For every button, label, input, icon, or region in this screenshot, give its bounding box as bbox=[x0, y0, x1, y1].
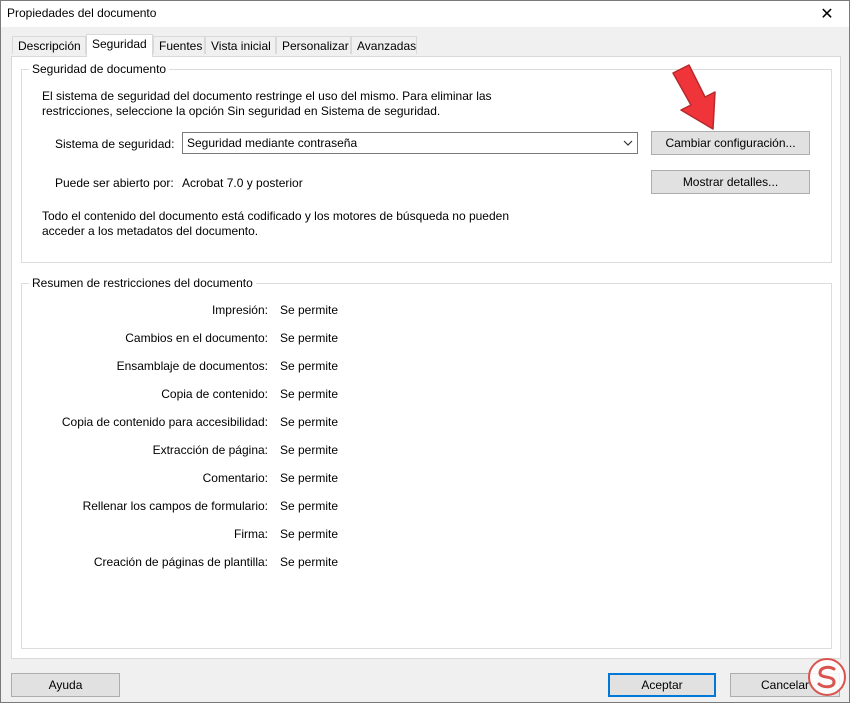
restriction-label: Copia de contenido: bbox=[161, 387, 268, 401]
restrictions-summary-group-label: Resumen de restricciones del documento bbox=[29, 276, 256, 290]
restriction-label: Firma: bbox=[234, 527, 268, 541]
restriction-label: Ensamblaje de documentos: bbox=[116, 359, 268, 373]
restriction-label: Copia de contenido para accesibilidad: bbox=[61, 415, 268, 429]
chevron-down-icon[interactable] bbox=[619, 133, 637, 153]
tab-vista-inicial[interactable]: Vista inicial bbox=[205, 36, 276, 54]
ok-button[interactable]: Aceptar bbox=[608, 673, 716, 697]
restriction-label: Creación de páginas de plantilla: bbox=[93, 555, 268, 569]
document-properties-dialog: Propiedades del documento ✕ Descripción … bbox=[0, 0, 850, 703]
close-button[interactable]: ✕ bbox=[805, 1, 849, 27]
show-details-button[interactable]: Mostrar detalles... bbox=[651, 170, 810, 194]
restriction-value: Se permite bbox=[280, 303, 339, 317]
security-tab-panel: Seguridad de documento El sistema de seg… bbox=[11, 56, 841, 659]
tab-personalizar[interactable]: Personalizar bbox=[276, 36, 351, 54]
restriction-label: Impresión: bbox=[211, 303, 268, 317]
tab-descripcion[interactable]: Descripción bbox=[12, 36, 86, 54]
restriction-value: Se permite bbox=[280, 527, 339, 541]
restriction-label: Extracción de página: bbox=[152, 443, 268, 457]
restriction-value: Se permite bbox=[280, 415, 339, 429]
restriction-label: Rellenar los campos de formulario: bbox=[82, 499, 268, 513]
restriction-value: Se permite bbox=[280, 387, 339, 401]
tab-fuentes[interactable]: Fuentes bbox=[153, 36, 205, 54]
opened-by-value: Acrobat 7.0 y posterior bbox=[182, 176, 303, 190]
restriction-value: Se permite bbox=[280, 443, 339, 457]
security-system-label: Sistema de seguridad: bbox=[55, 137, 175, 151]
restriction-value: Se permite bbox=[280, 471, 339, 485]
encryption-note-line2: acceder a los metadatos del documento. bbox=[42, 224, 259, 238]
close-icon: ✕ bbox=[820, 6, 834, 23]
encryption-note-line1: Todo el contenido del documento está cod… bbox=[42, 209, 509, 223]
security-intro-line2: restricciones, seleccione la opción Sin … bbox=[42, 104, 441, 118]
opened-by-label: Puede ser abierto por: bbox=[55, 176, 174, 190]
restriction-value: Se permite bbox=[280, 359, 339, 373]
security-system-select[interactable]: Seguridad mediante contraseña bbox=[182, 132, 638, 154]
restriction-label: Comentario: bbox=[202, 471, 268, 485]
title-bar: Propiedades del documento ✕ bbox=[1, 1, 849, 27]
tab-seguridad[interactable]: Seguridad bbox=[86, 34, 153, 57]
restrictions-summary-group: Resumen de restricciones del documento I… bbox=[21, 276, 832, 649]
window-title: Propiedades del documento bbox=[7, 6, 157, 20]
restriction-value: Se permite bbox=[280, 331, 339, 345]
red-arrow-icon bbox=[661, 63, 731, 143]
watermark-logo-icon bbox=[807, 657, 847, 697]
help-button[interactable]: Ayuda bbox=[11, 673, 120, 697]
document-security-group-label: Seguridad de documento bbox=[29, 62, 170, 76]
restriction-label: Cambios en el documento: bbox=[125, 331, 268, 345]
security-intro-line1: El sistema de seguridad del documento re… bbox=[42, 89, 492, 103]
security-system-value: Seguridad mediante contraseña bbox=[187, 136, 358, 150]
tab-avanzadas[interactable]: Avanzadas bbox=[351, 36, 417, 54]
restriction-value: Se permite bbox=[280, 555, 339, 569]
restriction-value: Se permite bbox=[280, 499, 339, 513]
